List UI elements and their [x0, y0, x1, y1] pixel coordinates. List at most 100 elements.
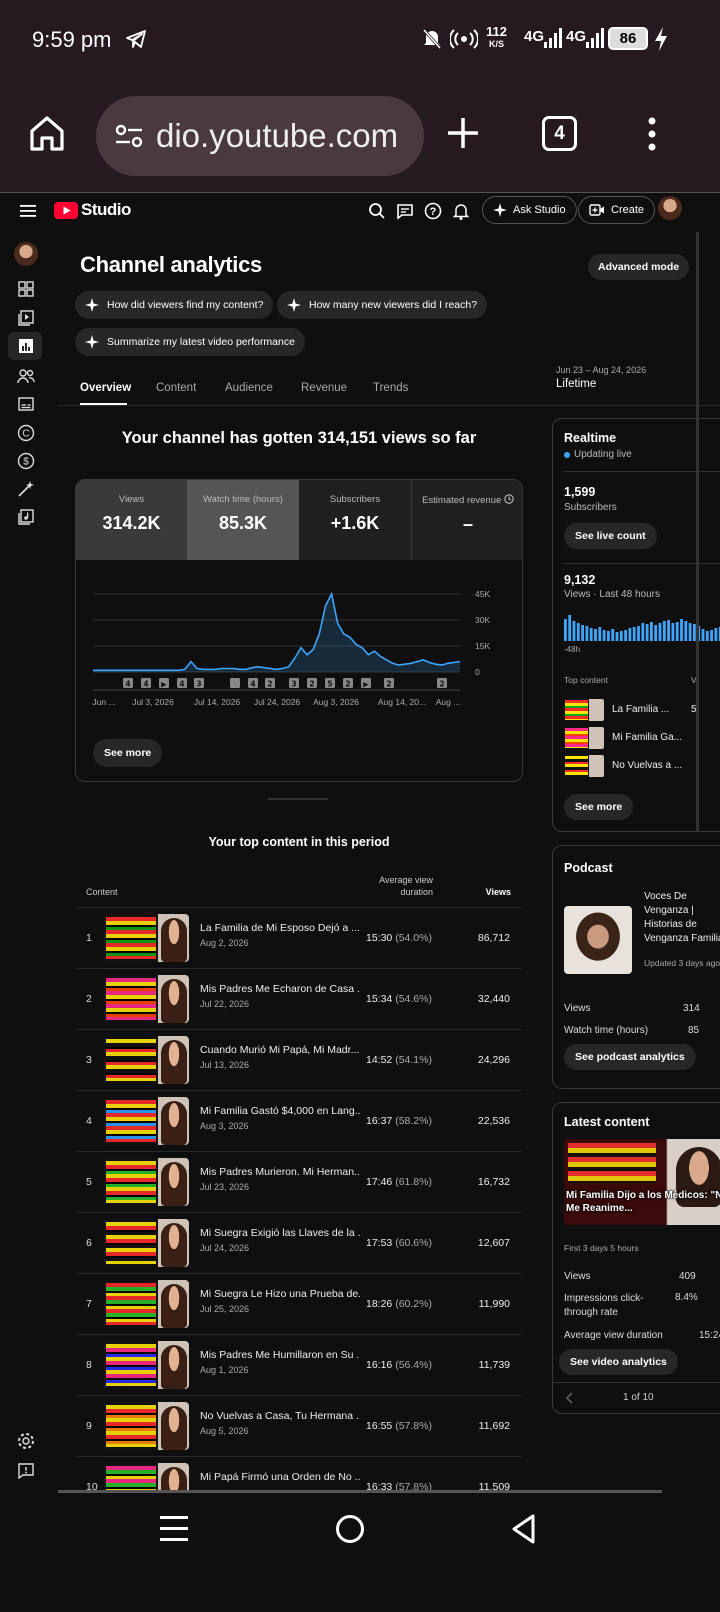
address-bar[interactable]: dio.youtube.com — [96, 96, 424, 176]
video-publish-marker[interactable]: 5 — [325, 678, 335, 689]
video-publish-marker[interactable]: ▶ — [361, 678, 371, 689]
date-range[interactable]: Jun 23 – Aug 24, 2026 — [556, 365, 646, 375]
video-publish-marker[interactable]: 2 — [437, 678, 447, 689]
video-title[interactable]: La Familia de Mi Esposo Dejó a ... — [200, 922, 360, 934]
ask-studio-button[interactable]: Ask Studio — [482, 196, 577, 224]
community-icon[interactable] — [17, 368, 35, 384]
chevron-left-icon[interactable] — [565, 1392, 575, 1404]
earn-icon[interactable]: $ — [17, 452, 35, 470]
site-settings-icon[interactable] — [114, 123, 144, 149]
settings-icon[interactable] — [17, 1432, 35, 1450]
video-thumbnail[interactable] — [103, 1402, 189, 1450]
home-icon[interactable] — [28, 114, 66, 152]
tab-switcher-button[interactable]: 4 — [542, 116, 577, 151]
audio-library-icon[interactable] — [18, 509, 34, 525]
feedback-icon[interactable] — [396, 202, 414, 220]
notifications-icon[interactable] — [452, 202, 470, 220]
video-publish-marker[interactable]: ▶ — [159, 678, 169, 689]
back-icon[interactable] — [510, 1513, 538, 1545]
realtime-see-more-button[interactable]: See more — [564, 794, 634, 820]
video-thumbnail[interactable] — [103, 975, 189, 1023]
video-title[interactable]: Cuando Murió Mi Papá, Mi Madr... — [200, 1044, 360, 1056]
metric-views[interactable]: Views 314.2K — [76, 480, 187, 560]
studio-logo[interactable]: Studio — [54, 200, 131, 220]
video-publish-marker[interactable] — [230, 678, 240, 688]
table-row[interactable]: 8 Mis Padres Me Humillaron en Su ... Aug 1… — [76, 1334, 522, 1395]
table-row[interactable]: 2 Mis Padres Me Echaron de Casa ... Jul 22… — [76, 968, 522, 1029]
video-publish-marker[interactable]: 2 — [384, 678, 394, 689]
see-more-button[interactable]: See more — [93, 739, 163, 767]
channel-avatar[interactable] — [14, 242, 38, 266]
see-podcast-analytics-button[interactable]: See podcast analytics — [564, 1044, 696, 1070]
video-title[interactable]: Mi Familia Gastó $4,000 en Lang... — [200, 1105, 360, 1117]
video-views: 11,739 — [478, 1359, 510, 1371]
analytics-nav-active[interactable] — [8, 332, 42, 360]
tab-trends[interactable]: Trends — [373, 382, 408, 394]
tab-audience[interactable]: Audience — [225, 382, 273, 394]
metric-subscribers[interactable]: Subscribers +1.6K — [299, 480, 411, 560]
prompt-chip-2[interactable]: How many new viewers did I reach? — [277, 291, 488, 319]
video-thumbnail[interactable] — [103, 914, 189, 962]
video-title[interactable]: Mi Suegra Le Hizo una Prueba de... — [200, 1288, 360, 1300]
recent-apps-icon[interactable] — [160, 1514, 190, 1544]
account-avatar[interactable] — [658, 196, 682, 220]
video-publish-marker[interactable]: 4 — [123, 678, 133, 689]
table-row[interactable]: 4 Mi Familia Gastó $4,000 en Lang... Aug 3… — [76, 1090, 522, 1151]
prompt-chip-3[interactable]: Summarize my latest video performance — [75, 328, 305, 356]
send-feedback-icon[interactable] — [17, 1462, 35, 1480]
customization-icon[interactable] — [17, 480, 35, 498]
video-title[interactable]: Mi Papá Firmó una Orden de No ... — [200, 1471, 360, 1483]
prompt-chip-1[interactable]: How did viewers find my content? — [75, 291, 274, 319]
podcast-thumbnail[interactable] — [564, 906, 632, 974]
tab-revenue[interactable]: Revenue — [301, 382, 347, 394]
metric-watch-time[interactable]: Watch time (hours) 85.3K — [187, 480, 299, 560]
table-row[interactable]: 1 La Familia de Mi Esposo Dejó a ... Aug 2… — [76, 907, 522, 968]
content-icon[interactable] — [18, 310, 34, 326]
table-row[interactable]: 9 No Vuelvas a Casa, Tu Hermana ... Aug 5,… — [76, 1395, 522, 1456]
advanced-mode-button[interactable]: Advanced mode — [588, 254, 690, 280]
search-icon[interactable] — [368, 202, 386, 220]
realtime-status: Updating live — [564, 449, 632, 460]
video-publish-marker[interactable]: 2 — [265, 678, 275, 689]
video-publish-marker[interactable]: 4 — [248, 678, 258, 689]
video-publish-marker[interactable]: 3 — [194, 678, 204, 689]
video-title[interactable]: Mi Suegra Exigió las Llaves de la ... — [200, 1227, 360, 1239]
video-publish-marker[interactable]: 2 — [343, 678, 353, 689]
podcast-name[interactable]: Voces De Venganza | Historias de Venganz… — [644, 890, 720, 946]
subtitles-icon[interactable] — [18, 397, 34, 411]
create-button[interactable]: Create — [578, 196, 656, 224]
see-video-analytics-button[interactable]: See video analytics — [559, 1349, 678, 1375]
tab-overview[interactable]: Overview — [80, 382, 131, 394]
video-thumbnail[interactable] — [103, 1097, 189, 1145]
period-label[interactable]: Lifetime — [556, 378, 596, 390]
menu-icon[interactable] — [20, 204, 36, 218]
new-tab-icon[interactable] — [446, 116, 480, 150]
table-row[interactable]: 6 Mi Suegra Exigió las Llaves de la ... Ju… — [76, 1212, 522, 1273]
page-scrollbar[interactable] — [696, 232, 699, 832]
table-row[interactable]: 5 Mis Padres Murieron. Mi Herman... Jul 23… — [76, 1151, 522, 1212]
video-thumbnail[interactable] — [103, 1158, 189, 1206]
video-thumbnail[interactable] — [103, 1280, 189, 1328]
latest-content-thumbnail[interactable]: Mi Familia Dijo a los Médicos: "No Me Re… — [564, 1139, 720, 1225]
table-row[interactable]: 7 Mi Suegra Le Hizo una Prueba de... Jul 2… — [76, 1273, 522, 1334]
video-title[interactable]: Mis Padres Murieron. Mi Herman... — [200, 1166, 360, 1178]
more-vert-icon[interactable] — [646, 116, 658, 152]
metric-revenue[interactable]: Estimated revenue – — [411, 480, 522, 560]
video-title[interactable]: No Vuelvas a Casa, Tu Hermana ... — [200, 1410, 360, 1422]
tab-content[interactable]: Content — [156, 382, 196, 394]
dashboard-icon[interactable] — [18, 281, 34, 297]
video-publish-marker[interactable]: 4 — [141, 678, 151, 689]
video-publish-marker[interactable]: 3 — [289, 678, 299, 689]
help-icon[interactable]: ? — [424, 202, 442, 220]
video-thumbnail[interactable] — [103, 1036, 189, 1084]
video-thumbnail[interactable] — [103, 1341, 189, 1389]
see-live-count-button[interactable]: See live count — [564, 523, 657, 549]
video-publish-marker[interactable]: 4 — [177, 678, 187, 689]
copyright-icon[interactable]: C — [17, 424, 35, 442]
home-nav-icon[interactable] — [334, 1513, 366, 1545]
video-publish-marker[interactable]: 2 — [307, 678, 317, 689]
video-thumbnail[interactable] — [103, 1219, 189, 1267]
video-title[interactable]: Mis Padres Me Echaron de Casa ... — [200, 983, 360, 995]
video-title[interactable]: Mis Padres Me Humillaron en Su ... — [200, 1349, 360, 1361]
table-row[interactable]: 3 Cuando Murió Mi Papá, Mi Madr... Jul 13,… — [76, 1029, 522, 1090]
